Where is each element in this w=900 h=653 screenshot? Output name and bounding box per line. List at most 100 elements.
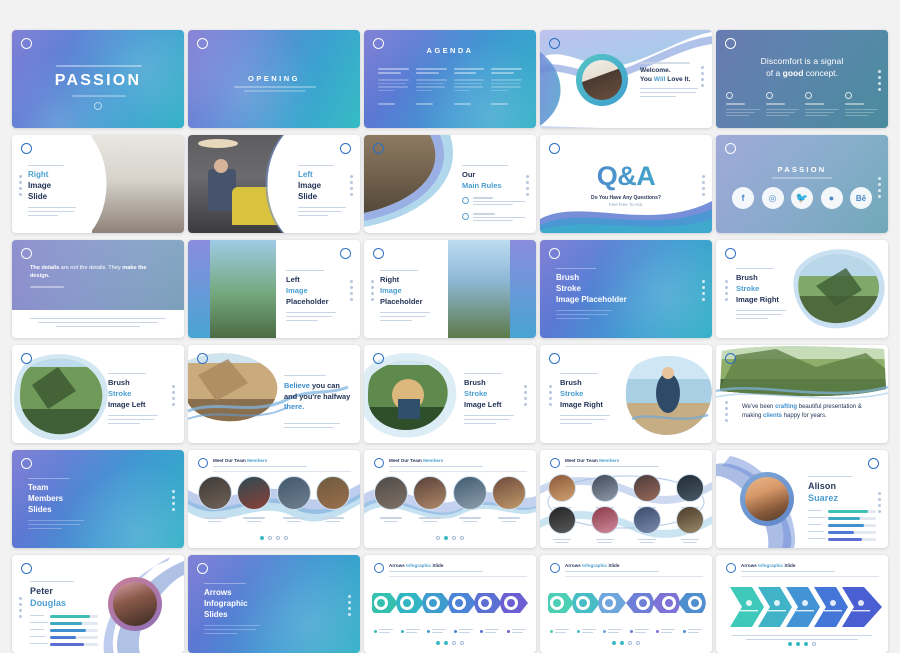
slide-thumbnail-brush-stroke-image-placeholder[interactable]: Brush Stroke Image Placeholder <box>540 240 712 338</box>
slide-thumbnail-arrows-infographic-3[interactable]: Arrows Infographic Slide <box>716 555 888 653</box>
slide-thumbnail-left-image-placeholder[interactable]: Left Image Placeholder <box>188 240 360 338</box>
slide-thumbnail-left-image-slide[interactable]: Left Image Slide <box>188 135 360 233</box>
team-member[interactable] <box>633 506 662 543</box>
slide-thumbnail-profile-peter-douglas[interactable]: Peter Douglas <box>12 555 184 653</box>
slide-nav-dots[interactable] <box>19 175 22 196</box>
slide-nav-dots[interactable] <box>350 280 353 301</box>
slide-nav-dots[interactable] <box>878 70 881 91</box>
eyebrow-line <box>56 65 142 67</box>
slide-thumbnail-brush-stroke-image-left-2[interactable]: Brush Stroke Image Left <box>364 345 536 443</box>
slide-thumbnail-meet-our-team-4a[interactable]: Meet Our Team Members <box>188 450 360 548</box>
slide-nav-dots[interactable] <box>701 66 704 87</box>
title-line-3: Placeholder <box>380 297 423 306</box>
social-icon-row[interactable]: f ◎ 🐦 ● Bē <box>732 187 872 209</box>
logo-ring-icon <box>21 143 32 154</box>
slide-thumbnail-right-image-placeholder[interactable]: Right Image Placeholder <box>364 240 536 338</box>
slide-thumbnail-meet-our-team-4b[interactable]: Meet Our Team Members <box>364 450 536 548</box>
slide-nav-dots[interactable] <box>725 401 728 422</box>
slide-nav-dots[interactable] <box>350 175 353 196</box>
agenda-column <box>491 68 522 105</box>
arrow-pill <box>500 593 528 613</box>
portrait-photo <box>113 582 157 626</box>
slide-nav-dots[interactable] <box>371 280 374 301</box>
slide-nav-dots[interactable] <box>172 385 175 406</box>
title-line-2: Image <box>298 181 322 190</box>
slide-thumbnail-cover-passion[interactable]: PASSION <box>12 30 184 128</box>
pagination-dots[interactable] <box>612 641 640 645</box>
slide-thumbnail-arrows-infographic-2[interactable]: Arrows Infographic Slide <box>540 555 712 653</box>
pagination-dots[interactable] <box>436 641 464 645</box>
slide-thumbnail-arrows-infographic-1[interactable]: Arrows Infographic Slide <box>364 555 536 653</box>
eyebrow-line <box>640 62 690 64</box>
slide-nav-dots[interactable] <box>172 490 175 511</box>
slide-thumbnail-arrows-infographic-cover[interactable]: Arrows Infographic Slides <box>188 555 360 653</box>
quote-author <box>30 286 64 288</box>
feature-icon <box>805 92 812 99</box>
slide-thumbnail-q-and-a[interactable]: Q&A Do You Have Any Questions? Feel Free… <box>540 135 712 233</box>
slide-thumbnail-brush-stroke-image-right-2[interactable]: Brush Stroke Image Right <box>540 345 712 443</box>
team-member[interactable] <box>413 476 448 522</box>
title-line-3: Slide <box>28 192 48 201</box>
slide-thumbnail-passion-social[interactable]: PASSION f ◎ 🐦 ● Bē <box>716 135 888 233</box>
team-member[interactable] <box>198 476 232 522</box>
title-line-1: Left <box>286 275 300 284</box>
avatar <box>374 476 408 510</box>
team-member[interactable] <box>491 476 526 522</box>
logo-ring-icon <box>198 458 208 468</box>
slide-thumbnail-agenda[interactable]: AGENDA <box>364 30 536 128</box>
subtitle-line <box>244 90 306 92</box>
photo-overlay <box>716 135 888 233</box>
slide-nav-dots[interactable] <box>19 597 22 618</box>
title-line-1: Brush <box>464 378 486 387</box>
slide-nav-dots[interactable] <box>348 595 351 616</box>
logo-ring-icon <box>868 458 879 469</box>
slide-thumbnail-brush-stroke-image-left[interactable]: Brush Stroke Image Left <box>12 345 184 443</box>
slide-nav-dots[interactable] <box>725 280 728 301</box>
team-member[interactable] <box>675 506 704 543</box>
slide-nav-dots[interactable] <box>524 385 527 406</box>
slide-thumbnail-our-main-rules[interactable]: Our Main Rules <box>364 135 536 233</box>
pagination-dots[interactable] <box>260 536 288 540</box>
slide-nav-dots[interactable] <box>549 385 552 406</box>
team-member[interactable] <box>590 506 619 543</box>
slide-nav-dots[interactable] <box>702 280 705 301</box>
dribbble-icon[interactable]: ● <box>820 187 843 209</box>
slide-nav-dots[interactable] <box>702 175 705 196</box>
slide-nav-dots[interactable] <box>878 492 881 513</box>
slide-thumbnail-crafting-quote[interactable]: We've been crafting beautiful presentati… <box>716 345 888 443</box>
legend-item <box>656 629 676 633</box>
legend-item <box>629 629 649 633</box>
logo-ring-icon <box>726 563 736 573</box>
slide-nav-dots[interactable] <box>526 175 529 196</box>
team-member[interactable] <box>452 476 487 522</box>
team-member[interactable] <box>315 476 350 522</box>
slide-nav-dots[interactable] <box>878 177 881 198</box>
accent-bar <box>188 240 210 338</box>
behance-icon[interactable]: Bē <box>850 187 872 209</box>
scroll-indicator-icon <box>94 102 102 110</box>
title-line-1: Brush <box>108 378 130 387</box>
brush-stroke-art <box>13 354 108 441</box>
slide-thumbnail-quote-discomfort[interactable]: Discomfort is a signal of a good concept… <box>716 30 888 128</box>
slide-thumbnail-meet-our-team-8[interactable]: Meet Our Team Members <box>540 450 712 548</box>
slide-thumbnail-welcome[interactable]: Welcome. You Will Love It. <box>540 30 712 128</box>
slide-thumbnail-profile-alison-suarez[interactable]: Alison Suarez <box>716 450 888 548</box>
team-member[interactable] <box>276 476 311 522</box>
pagination-dots[interactable] <box>436 536 464 540</box>
slide-thumbnail-opening[interactable]: OPENING <box>188 30 360 128</box>
facebook-icon[interactable]: f <box>732 187 754 209</box>
slide-thumbnail-team-members-cover[interactable]: Team Members Slides <box>12 450 184 548</box>
slide-thumbnail-right-image-slide[interactable]: Right Image Slide <box>12 135 184 233</box>
profile-first-name: Alison <box>808 481 837 491</box>
team-member[interactable] <box>237 476 272 522</box>
twitter-icon[interactable]: 🐦 <box>791 187 813 209</box>
title-line-3: Placeholder <box>286 297 329 306</box>
slide-thumbnail-believe-quote[interactable]: Believe you can and you're halfway there… <box>188 345 360 443</box>
slide-thumbnail-brush-stroke-image-right[interactable]: Brush Stroke Image Right <box>716 240 888 338</box>
instagram-icon[interactable]: ◎ <box>761 187 784 209</box>
legend-item <box>374 629 393 633</box>
subtitle-line <box>234 86 316 88</box>
team-member[interactable] <box>548 506 576 543</box>
team-member[interactable] <box>374 476 408 522</box>
slide-thumbnail-quote-details[interactable]: The details are not the details. They ma… <box>12 240 184 338</box>
